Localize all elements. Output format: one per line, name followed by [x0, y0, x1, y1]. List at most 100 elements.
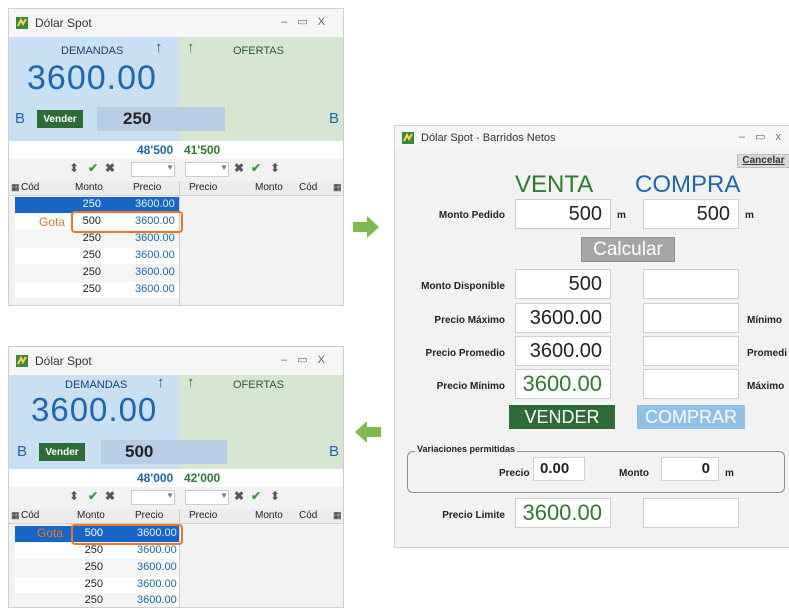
monto-pedido-venta-input[interactable]: 500 [515, 199, 611, 229]
precio-limite-compra-field [643, 498, 739, 528]
header-precio: Precio [133, 182, 162, 193]
unit-m: m [725, 468, 734, 479]
total-offer: 41'500 [184, 143, 221, 157]
demand-dropdown[interactable]: ▼ [131, 490, 175, 505]
window-controls[interactable]: –▭x [739, 130, 789, 143]
demand-dropdown[interactable]: ▼ [131, 162, 175, 177]
close-icon[interactable]: ✖ [234, 161, 244, 175]
monto-pedido-compra-input[interactable]: 500 [643, 199, 739, 229]
monto-pedido-compra-value: 500 [696, 203, 730, 225]
grid-icon: ▦ [11, 510, 20, 520]
ofertas-label: OFERTAS [233, 379, 284, 391]
precio-limite-label: Precio Limite [442, 510, 505, 521]
sort-icon[interactable]: ⬍ [69, 161, 79, 175]
b-left: B [15, 110, 26, 127]
quantity-field[interactable]: 500 [101, 440, 227, 464]
comprar-button[interactable]: COMPRAR [637, 405, 745, 429]
cancelar-button[interactable]: Cancelar [737, 154, 789, 168]
precio-promedio-field: 3600.00 [515, 336, 611, 366]
ofertas-label: OFERTAS [233, 45, 284, 57]
offer-dropdown[interactable]: ▼ [185, 162, 229, 177]
check-icon[interactable]: ✔ [251, 161, 261, 175]
b-right: B [329, 110, 340, 127]
monto-var-label: Monto [619, 468, 649, 479]
gota-highlight [71, 211, 183, 233]
title-bar: Dólar Spot - Barridos Netos –▭x [395, 126, 789, 150]
controls-row: ⬍ ✔ ✖ ▼ ▼ ✖ ✔ ⬍ [9, 160, 343, 180]
monto-disponible-compra-field [643, 269, 739, 299]
header-monto: Monto [75, 182, 103, 193]
sort-icon[interactable]: ⬍ [69, 489, 79, 503]
grid-icon: ▦ [11, 182, 20, 192]
precio-limite-field: 3600.00 [515, 498, 611, 528]
calcular-button[interactable]: Calcular [581, 237, 675, 262]
b-left: B [17, 443, 28, 460]
vender-button[interactable]: VENDER [509, 405, 615, 429]
gota-label: Gota [39, 215, 66, 229]
precio-maximo-value: 3600.00 [529, 307, 602, 329]
table-row[interactable]: 250 3600.00 [15, 593, 179, 607]
precio-promedio-compra-field [643, 336, 739, 366]
sort-icon[interactable]: ⬍ [270, 161, 280, 175]
total-demand: 48'500 [137, 143, 174, 157]
monto-variacion-input[interactable]: 0 [661, 457, 719, 481]
vender-button[interactable]: Vender [37, 110, 83, 128]
window-controls[interactable]: –▭X [281, 353, 335, 366]
row-precio: 3600.00 [137, 561, 177, 573]
precio-promedio-value: 3600.00 [529, 340, 602, 362]
maximo-label: Máximo [747, 381, 785, 392]
row-monto: 250 [82, 266, 101, 278]
row-precio: 3600.00 [135, 198, 175, 210]
row-precio: 3600.00 [137, 578, 177, 590]
row-precio: 3600.00 [135, 283, 175, 295]
barridos-netos-window: Dólar Spot - Barridos Netos –▭x Cancelar… [394, 125, 789, 548]
header-cod: Cód [21, 510, 40, 521]
window-title: Dólar Spot [35, 16, 92, 30]
precio-maximo-label: Precio Máximo [434, 315, 505, 326]
row-monto: 250 [84, 561, 103, 573]
window-controls[interactable]: –▭X [281, 15, 335, 28]
precio-minimo-compra-field [643, 303, 739, 333]
total-offer: 42'000 [184, 471, 221, 485]
compra-heading: COMPRA [635, 171, 741, 198]
check-icon[interactable]: ✔ [88, 489, 98, 503]
close-icon[interactable]: ✖ [234, 489, 244, 503]
offer-dropdown[interactable]: ▼ [185, 490, 229, 505]
precio-maximo-compra-field [643, 369, 739, 399]
grid-icon: ▦ [333, 182, 342, 192]
precio-variacion-input[interactable]: 0.00 [533, 457, 585, 481]
row-precio: 3600.00 [137, 544, 177, 556]
precio-minimo-label: Precio Mínimo [436, 381, 505, 392]
best-price: 3600.00 [31, 391, 158, 428]
unit-m: m [617, 210, 626, 221]
app-logo-icon [16, 355, 28, 367]
arrow-left-icon [355, 421, 381, 443]
check-icon[interactable]: ✔ [88, 161, 98, 175]
table-row[interactable]: 250 3600.00 [15, 265, 179, 281]
table-row[interactable]: 250 3600.00 [15, 577, 179, 593]
gota-highlight [71, 524, 183, 545]
header-cod-offer: Cód [299, 182, 318, 193]
title-bar: Dólar Spot –▭X [9, 347, 343, 375]
row-precio: 3600.00 [135, 266, 175, 278]
table-row[interactable]: 250 3600.00 [15, 248, 179, 264]
precio-minimo-value: 3600.00 [522, 371, 602, 396]
total-demand: 48'000 [137, 471, 174, 485]
app-logo-icon [402, 132, 414, 144]
row-monto: 250 [84, 578, 103, 590]
precio-minimo-field: 3600.00 [515, 369, 611, 399]
sort-icon[interactable]: ⬍ [270, 489, 280, 503]
close-icon[interactable]: ✖ [105, 161, 115, 175]
row-monto: 250 [82, 283, 101, 295]
table-row[interactable]: 250 3600.00 [15, 282, 179, 298]
quantity-field[interactable]: 250 [97, 107, 225, 131]
grid-icon: ▦ [333, 510, 342, 520]
check-icon[interactable]: ✔ [251, 489, 261, 503]
table-row[interactable]: 250 3600.00 [15, 231, 179, 247]
precio-limite-value: 3600.00 [522, 500, 602, 525]
table-row[interactable]: 250 3600.00 [15, 543, 179, 559]
vender-button[interactable]: Vender [39, 443, 85, 461]
arrow-up-icon: ↑ [187, 374, 195, 391]
table-row[interactable]: 250 3600.00 [15, 560, 179, 576]
close-icon[interactable]: ✖ [105, 489, 115, 503]
